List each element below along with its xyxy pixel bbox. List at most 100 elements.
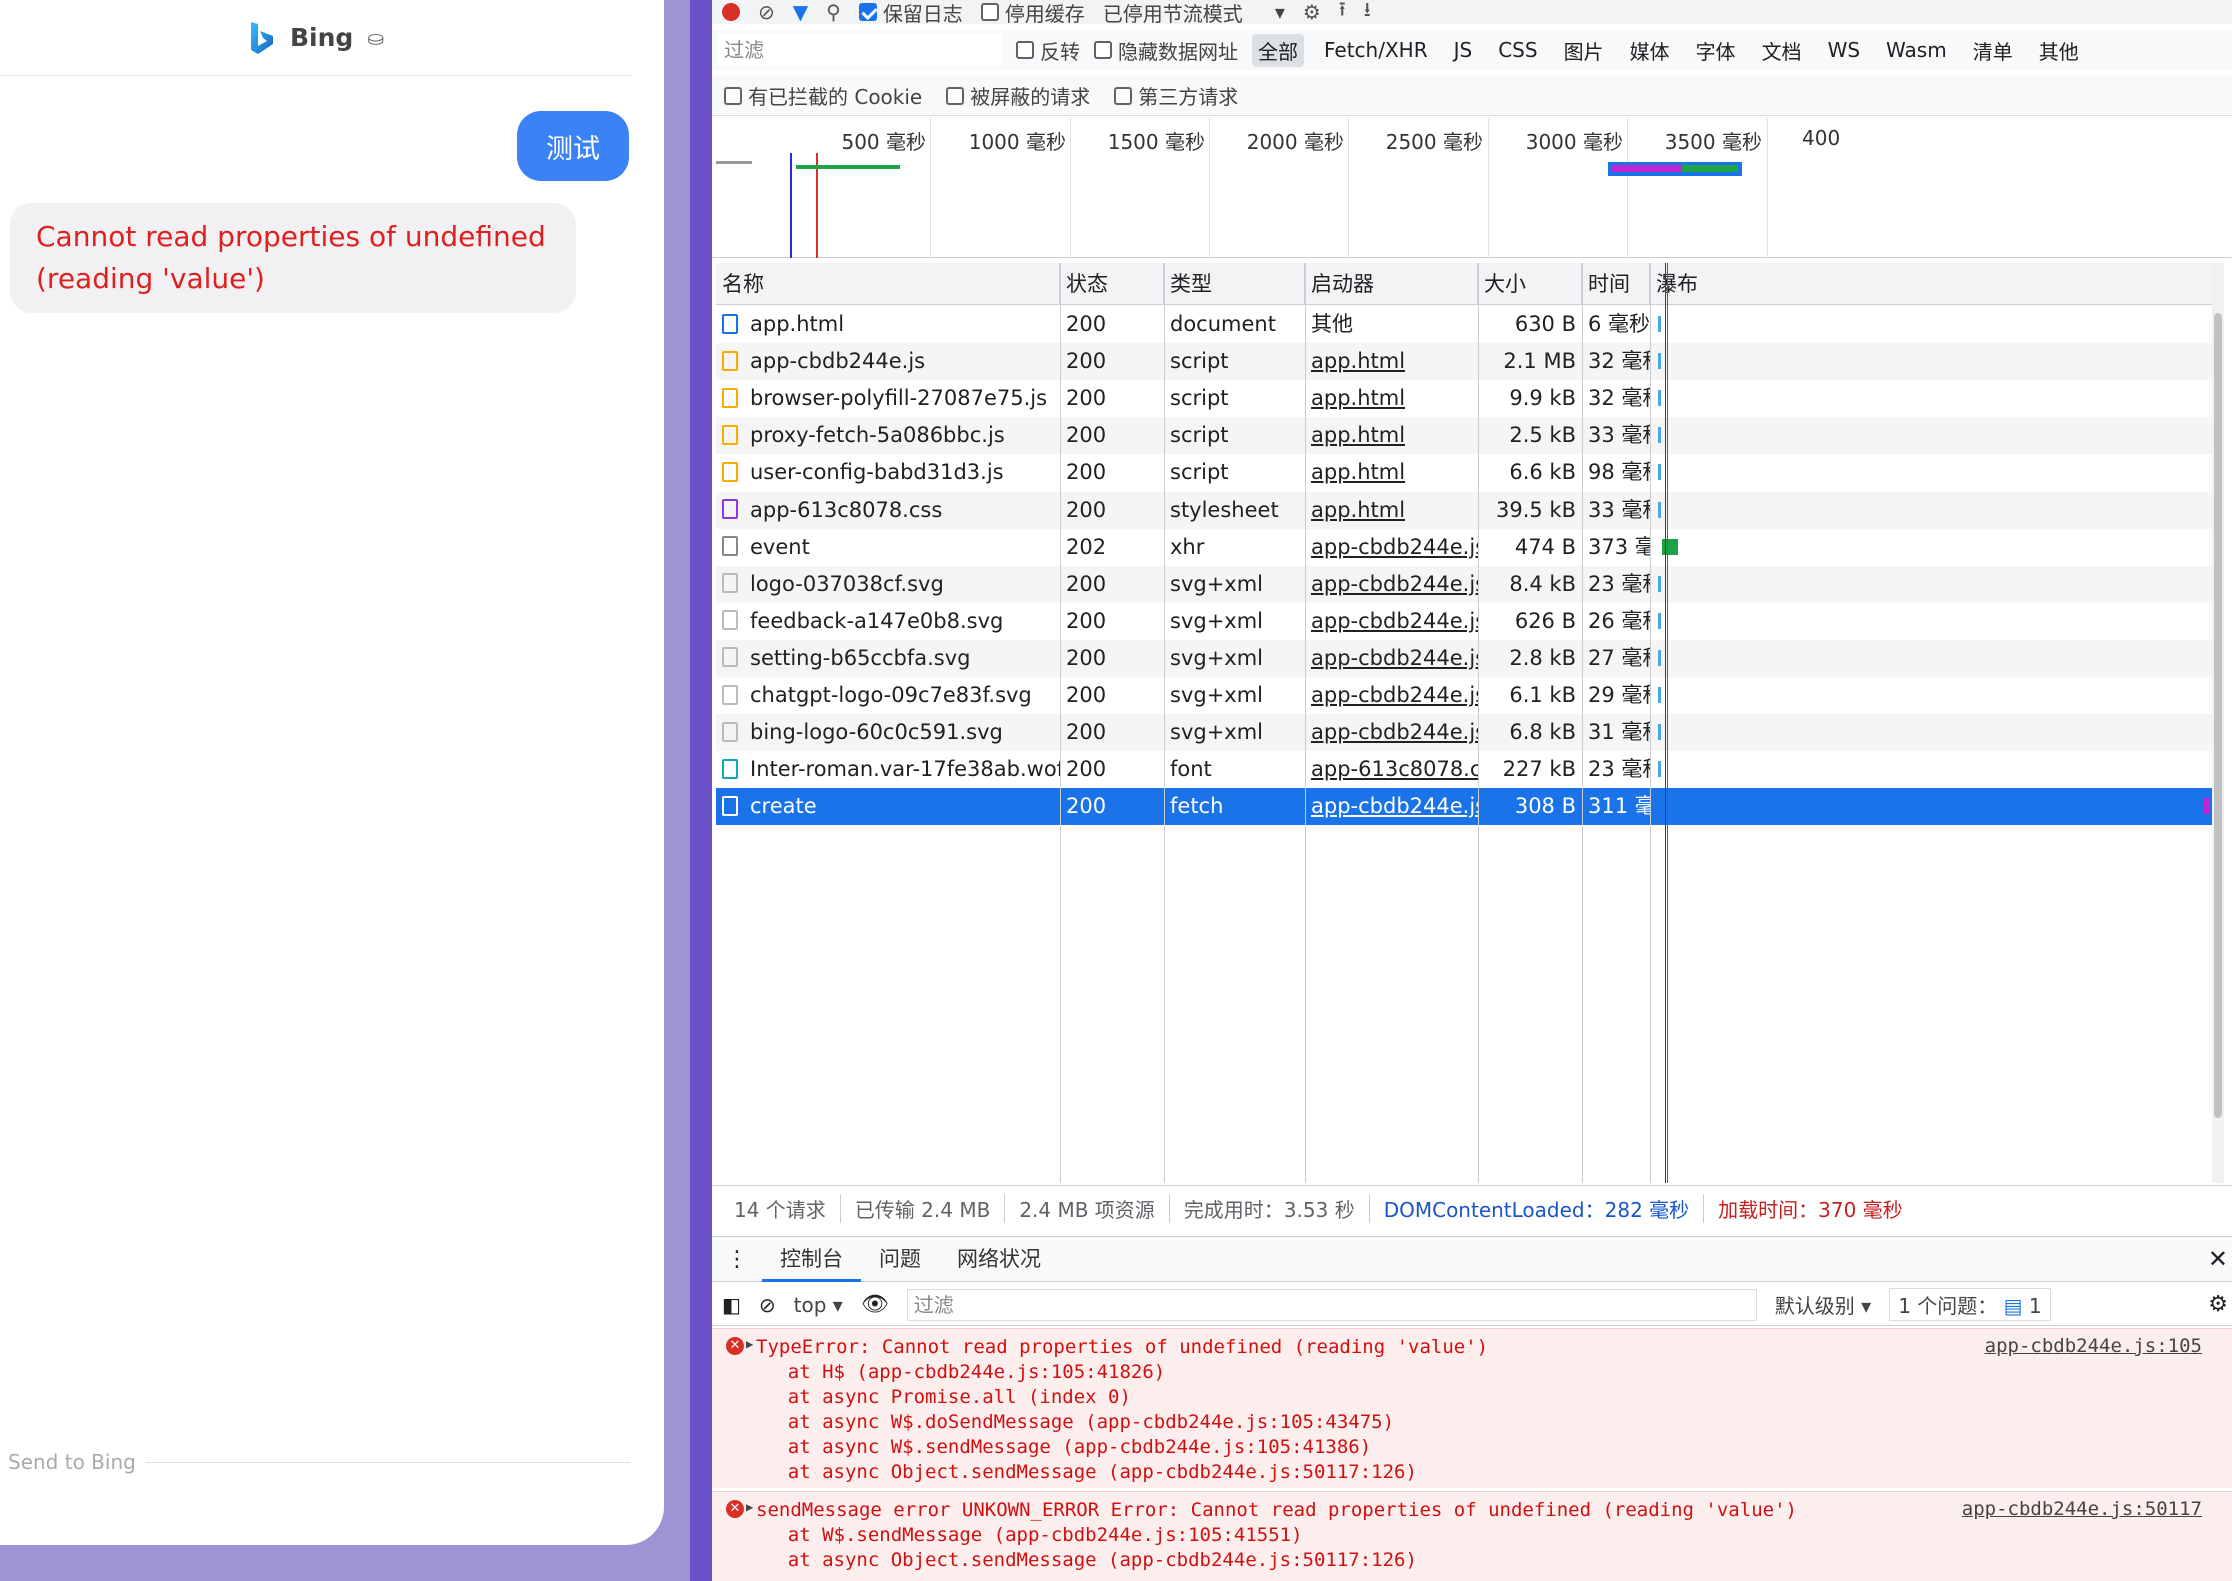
table-row[interactable]: chatgpt-logo-09c7e83f.svg 200 svg+xml app-c… bbox=[716, 677, 2224, 714]
table-row[interactable]: setting-b65ccbfa.svg 200 svg+xml app-cbdb24… bbox=[716, 639, 2224, 677]
log-level-select[interactable]: 默认级别 ▾ bbox=[1775, 1290, 1871, 1319]
cell-initiator[interactable]: app-cbdb244e.js:92 bbox=[1305, 714, 1478, 751]
type-filter-all[interactable]: 全部 bbox=[1252, 33, 1304, 67]
blocked-cookies-checkbox[interactable]: 有已拦截的 Cookie bbox=[724, 81, 922, 110]
console-message-source-link[interactable]: app-cbdb244e.js:105 bbox=[1985, 1335, 2202, 1357]
context-select[interactable]: top ▾ bbox=[794, 1293, 843, 1317]
network-filter-input[interactable]: 过滤 bbox=[718, 34, 1002, 66]
tab-network-conditions[interactable]: 网络状况 bbox=[939, 1236, 1059, 1282]
type-filter-doc[interactable]: 文档 bbox=[1756, 34, 1808, 67]
script-icon bbox=[722, 461, 738, 482]
table-row[interactable]: user-config-babd31d3.js 200 script app.html… bbox=[716, 454, 2224, 491]
type-filter-font[interactable]: 字体 bbox=[1690, 34, 1742, 67]
console-message-source-link[interactable]: app-cbdb244e.js:50117 bbox=[1962, 1498, 2202, 1520]
type-filter-ws[interactable]: WS bbox=[1822, 36, 1866, 64]
cell-name: proxy-fetch-5a086bbc.js bbox=[716, 417, 1060, 454]
cell-status: 200 bbox=[1060, 417, 1164, 454]
table-row[interactable]: Inter-roman.var-17fe38ab.woff2?v=3.19200… bbox=[716, 751, 2224, 788]
type-filter-img[interactable]: 图片 bbox=[1558, 34, 1610, 67]
table-row[interactable]: proxy-fetch-5a086bbc.js 200 script app.html… bbox=[716, 417, 2224, 455]
table-row[interactable]: app-613c8078.css 200 stylesheet app.html 39.… bbox=[716, 491, 2224, 529]
issues-button[interactable]: 1 个问题： ▤ 1 bbox=[1889, 1288, 2051, 1321]
table-row[interactable]: logo-037038cf.svg 200 svg+xml app-cbdb244e.… bbox=[716, 565, 2224, 603]
expand-triangle-icon[interactable]: ▶ bbox=[746, 1337, 753, 1351]
cell-type: svg+xml bbox=[1164, 566, 1305, 603]
console-filter-input[interactable]: 过滤 bbox=[906, 1288, 1757, 1321]
cell-name: app.html bbox=[716, 306, 1060, 343]
cell-initiator[interactable]: app-cbdb244e.js:69 bbox=[1305, 529, 1478, 566]
hide-data-urls-checkbox[interactable]: 隐藏数据网址 bbox=[1094, 36, 1238, 65]
cell-initiator[interactable]: app-613c8078.css bbox=[1305, 751, 1478, 788]
search-icon[interactable]: ⚲ bbox=[826, 0, 841, 24]
panel-splitter[interactable] bbox=[690, 0, 712, 1581]
expand-triangle-icon[interactable]: ▶ bbox=[746, 1500, 753, 1514]
cell-initiator[interactable]: app-cbdb244e.js:103 bbox=[1305, 788, 1478, 825]
column-header-status[interactable]: 状态 bbox=[1060, 263, 1164, 305]
console-error-message[interactable]: ✕ app-cbdb244e.js:105 TypeError: Cannot … bbox=[712, 1328, 2232, 1488]
live-expression-icon[interactable]: 👁 bbox=[861, 1292, 889, 1317]
cell-initiator[interactable]: app.html bbox=[1305, 492, 1478, 529]
column-header-size[interactable]: 大小 bbox=[1478, 263, 1582, 305]
console-settings-icon[interactable]: ⚙ bbox=[2208, 1292, 2228, 1317]
tab-issues[interactable]: 问题 bbox=[861, 1236, 939, 1282]
type-filter-manifest[interactable]: 清单 bbox=[1967, 34, 2019, 67]
disable-cache-checkbox[interactable]: 停用缓存 bbox=[980, 0, 1085, 24]
third-party-checkbox[interactable]: 第三方请求 bbox=[1114, 81, 1238, 110]
cell-initiator[interactable]: app-cbdb244e.js:92 bbox=[1305, 566, 1478, 603]
column-header-time[interactable]: 时间 bbox=[1582, 263, 1650, 305]
input-underline bbox=[145, 1461, 630, 1463]
table-row[interactable]: event 202 xhr app-cbdb244e.js:69 474 B 373 毫.… bbox=[716, 529, 2224, 566]
column-header-initiator[interactable]: 启动器 bbox=[1305, 263, 1478, 305]
blocked-requests-checkbox[interactable]: 被屏蔽的请求 bbox=[946, 81, 1090, 110]
timeline-overview[interactable]: 500 毫秒 1000 毫秒 1500 毫秒 2000 毫秒 2500 毫秒 3… bbox=[712, 118, 2232, 258]
cell-initiator[interactable]: app.html bbox=[1305, 454, 1478, 491]
type-filter-media[interactable]: 媒体 bbox=[1624, 34, 1676, 67]
cell-initiator[interactable]: app.html bbox=[1305, 380, 1478, 417]
table-row[interactable]: bing-logo-60c0c591.svg 200 svg+xml app-cbdb… bbox=[716, 714, 2224, 752]
cell-text: script bbox=[1170, 349, 1229, 374]
cell-text: 200 bbox=[1066, 460, 1107, 485]
cell-initiator[interactable]: app-cbdb244e.js:92 bbox=[1305, 640, 1478, 677]
cell-text: script bbox=[1170, 460, 1229, 485]
tab-console[interactable]: 控制台 bbox=[762, 1236, 861, 1282]
script-icon bbox=[722, 350, 738, 371]
type-filter-other[interactable]: 其他 bbox=[2033, 34, 2085, 67]
table-row[interactable]: app-cbdb244e.js 200 script app.html 2.1 MB 32… bbox=[716, 343, 2224, 381]
message-input[interactable]: Send to Bing bbox=[8, 1450, 630, 1474]
preserve-log-checkbox[interactable]: 保留日志 bbox=[858, 0, 963, 24]
column-header-waterfall[interactable]: 瀑布 bbox=[1650, 263, 2224, 305]
cell-status: 200 bbox=[1060, 454, 1164, 491]
type-filter-js[interactable]: JS bbox=[1448, 36, 1479, 64]
cell-initiator[interactable]: app.html bbox=[1305, 417, 1478, 454]
cell-initiator[interactable]: app.html bbox=[1305, 343, 1478, 380]
table-scrollbar[interactable] bbox=[2212, 263, 2224, 1183]
filter-icon[interactable]: ▼ bbox=[793, 0, 808, 24]
drawer-menu-icon[interactable]: ⋮ bbox=[712, 1247, 762, 1272]
column-header-type[interactable]: 类型 bbox=[1164, 263, 1305, 305]
column-divider bbox=[1305, 263, 1306, 1183]
type-filter-fetch-xhr[interactable]: Fetch/XHR bbox=[1318, 36, 1434, 64]
table-row[interactable]: app.html 200 document 其他 630 B 6 毫秒 bbox=[716, 306, 2224, 343]
load-time: 加载时间：370 毫秒 bbox=[1718, 1198, 1903, 1222]
sidebar-toggle-icon[interactable]: ◧ bbox=[722, 1293, 741, 1317]
column-header-name[interactable]: 名称 bbox=[716, 263, 1060, 305]
network-conditions-icon[interactable]: ⚙ bbox=[1303, 0, 1321, 24]
record-icon[interactable] bbox=[722, 3, 740, 21]
table-row[interactable]: create 200 fetch app-cbdb244e.js:103 308 B 31… bbox=[716, 788, 2224, 826]
cell-initiator[interactable]: app-cbdb244e.js:92 bbox=[1305, 603, 1478, 640]
close-drawer-icon[interactable]: ✕ bbox=[2208, 1245, 2228, 1273]
invert-checkbox[interactable]: 反转 bbox=[1016, 36, 1080, 65]
export-har-icon[interactable]: ⭳ bbox=[1364, 0, 1371, 24]
table-row[interactable]: feedback-a147e0b8.svg 200 svg+xml app-cbdb2… bbox=[716, 603, 2224, 640]
clear-console-icon[interactable]: ⊘ bbox=[759, 1293, 776, 1317]
import-har-icon[interactable]: ⭱ bbox=[1339, 0, 1346, 24]
type-filter-wasm[interactable]: Wasm bbox=[1880, 36, 1953, 64]
throttle-select[interactable]: 已停用节流模式 ▾ bbox=[1103, 0, 1285, 24]
waterfall-marker-line bbox=[1665, 263, 1666, 1183]
scrollbar-thumb[interactable] bbox=[2214, 313, 2222, 1118]
table-row[interactable]: browser-polyfill-27087e75.js 200 script app… bbox=[716, 380, 2224, 417]
cell-initiator[interactable]: app-cbdb244e.js:92 bbox=[1305, 677, 1478, 714]
type-filter-css[interactable]: CSS bbox=[1492, 36, 1543, 64]
clear-icon[interactable]: ⊘ bbox=[758, 0, 775, 24]
console-error-message[interactable]: ✕ app-cbdb244e.js:50117 sendMessage erro… bbox=[712, 1491, 2232, 1581]
